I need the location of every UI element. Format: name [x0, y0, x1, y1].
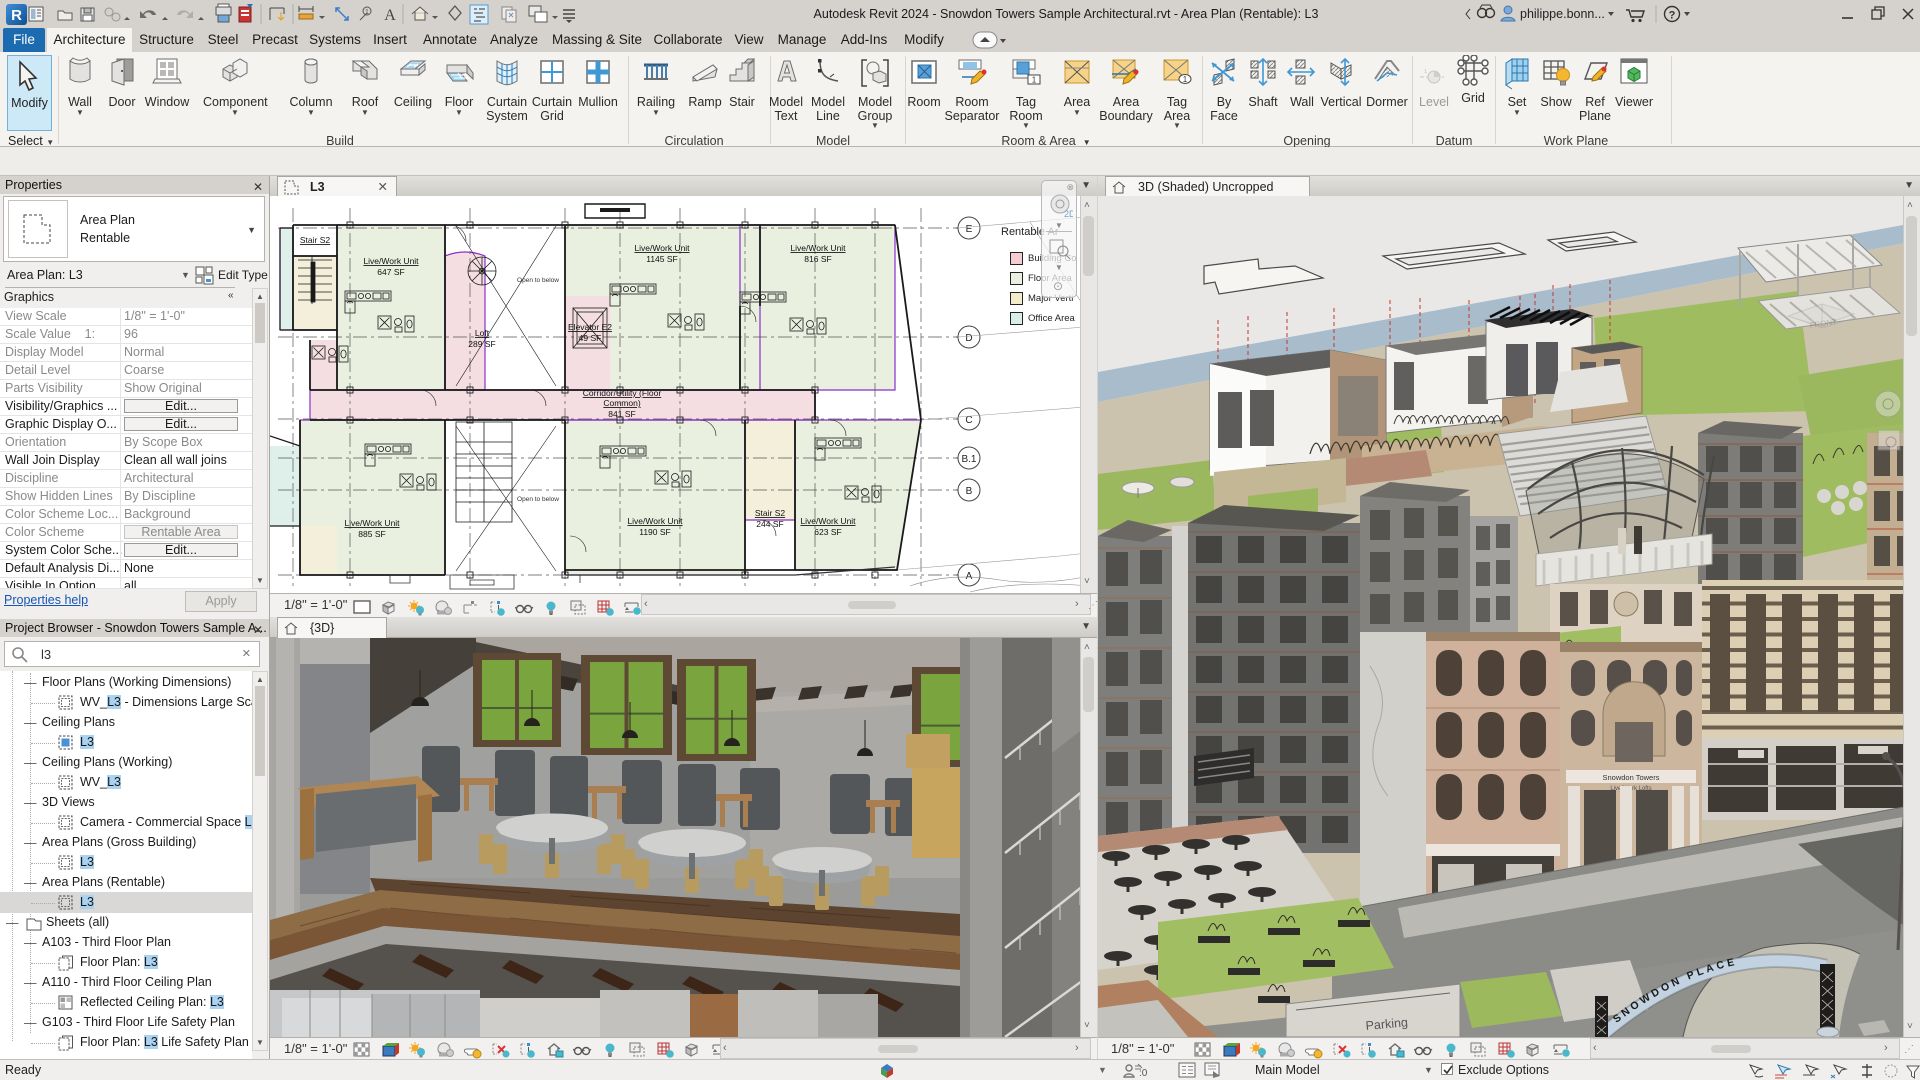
svg-text:Loft: Loft — [475, 328, 490, 338]
svg-text:E: E — [966, 224, 973, 235]
svg-text:816 SF: 816 SF — [804, 254, 831, 264]
svg-text:Common): Common) — [603, 398, 640, 408]
svg-text:B: B — [966, 486, 973, 497]
svg-text:?: ? — [1669, 10, 1676, 22]
svg-text:841 SF: 841 SF — [608, 409, 635, 419]
svg-text:Elevator E2: Elevator E2 — [568, 322, 612, 332]
svg-text:1: 1 — [1183, 75, 1188, 84]
svg-text:Snowdon Towers: Snowdon Towers — [1603, 773, 1660, 782]
svg-text:289 SF: 289 SF — [468, 339, 495, 349]
svg-text:Live/Work Unit: Live/Work Unit — [344, 518, 400, 528]
svg-text:Live/Work Unit: Live/Work Unit — [800, 516, 856, 526]
svg-text::0: :0 — [1139, 1068, 1148, 1079]
svg-text:Live/Work Unit: Live/Work Unit — [634, 243, 690, 253]
svg-text:Stair S2: Stair S2 — [755, 508, 786, 518]
svg-text:Stair S2: Stair S2 — [300, 235, 331, 245]
svg-text:Live/Work Unit: Live/Work Unit — [363, 256, 419, 266]
svg-text:D: D — [965, 333, 972, 344]
svg-text:623 SF: 623 SF — [814, 527, 841, 537]
svg-text:Corridor/Utility (Floor: Corridor/Utility (Floor — [583, 388, 662, 398]
svg-text:R: R — [11, 7, 22, 24]
svg-text:647 SF: 647 SF — [377, 267, 404, 277]
svg-text:1: 1 — [1424, 69, 1428, 75]
svg-text:2D: 2D — [1064, 209, 1073, 219]
svg-text:philippe.bonn...: philippe.bonn... — [1520, 7, 1605, 21]
svg-text:B.1: B.1 — [961, 454, 976, 465]
svg-text:244 SF: 244 SF — [756, 519, 783, 529]
svg-text:885 SF: 885 SF — [358, 529, 385, 539]
svg-text:Live/Work Unit: Live/Work Unit — [790, 243, 846, 253]
svg-text:Open to below: Open to below — [517, 277, 559, 284]
svg-text:1190 SF: 1190 SF — [639, 527, 671, 537]
svg-text:A: A — [966, 571, 973, 582]
svg-text:Open to below: Open to below — [517, 496, 559, 503]
svg-text:1145 SF: 1145 SF — [646, 254, 678, 264]
svg-text:1: 1 — [1032, 76, 1037, 85]
svg-text:Live/Work Unit: Live/Work Unit — [627, 516, 683, 526]
svg-text:49 SF: 49 SF — [579, 333, 602, 343]
